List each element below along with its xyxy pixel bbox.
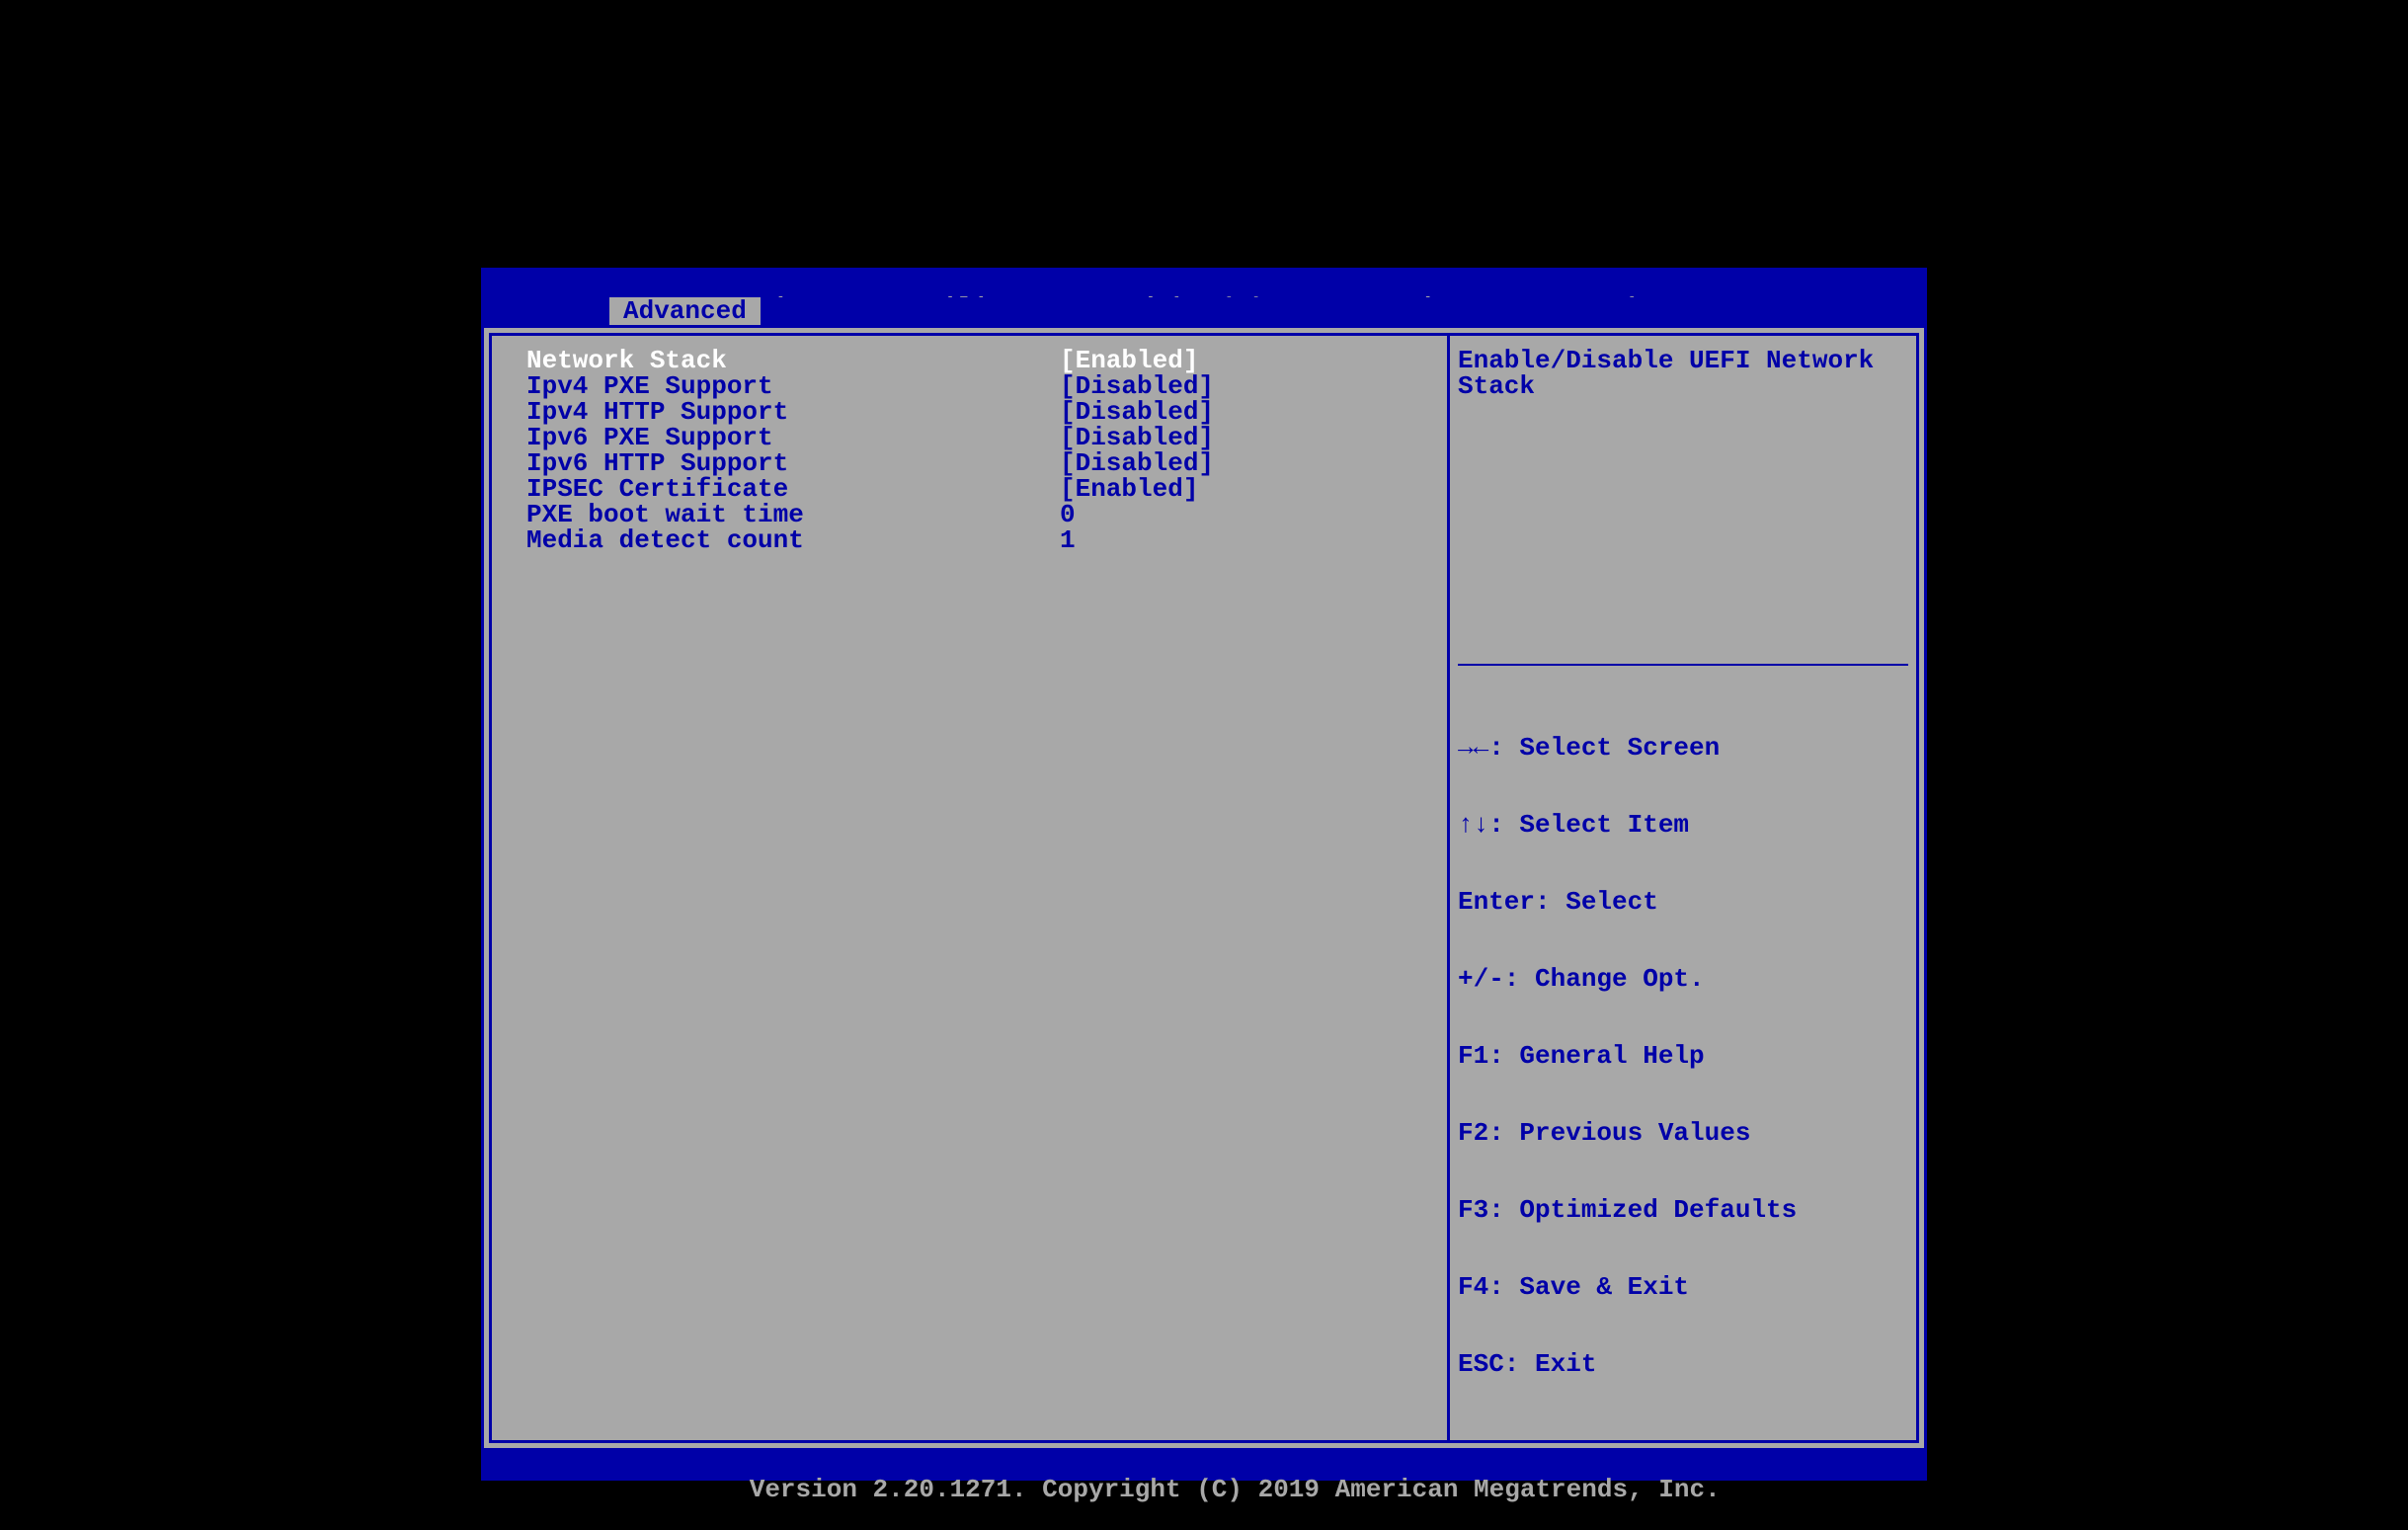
- option-label: Ipv4 PXE Support: [526, 373, 1060, 399]
- tab-advanced[interactable]: Advanced: [609, 297, 761, 325]
- option-value: [Disabled]: [1060, 373, 1214, 399]
- option-ipsec-cert[interactable]: IPSEC Certificate [Enabled]: [526, 476, 1412, 502]
- key-f4: F4: Save & Exit: [1458, 1274, 1908, 1300]
- key-bindings: →←: Select Screen ↑↓: Select Item Enter:…: [1458, 684, 1908, 1428]
- option-pxe-boot-wait[interactable]: PXE boot wait time 0: [526, 502, 1412, 527]
- option-value: 1: [1060, 527, 1076, 553]
- option-value: [Enabled]: [1060, 348, 1198, 373]
- option-network-stack[interactable]: Network Stack [Enabled]: [526, 348, 1412, 373]
- option-ipv6-pxe[interactable]: Ipv6 PXE Support [Disabled]: [526, 425, 1412, 450]
- key-f2: F2: Previous Values: [1458, 1120, 1908, 1146]
- option-label: Ipv6 HTTP Support: [526, 450, 1060, 476]
- key-f1: F1: General Help: [1458, 1043, 1908, 1069]
- option-label: IPSEC Certificate: [526, 476, 1060, 502]
- option-media-detect[interactable]: Media detect count 1: [526, 527, 1412, 553]
- footer-bar: Version 2.20.1271. Copyright (C) 2019 Am…: [481, 1451, 1927, 1481]
- option-value: 0: [1060, 502, 1076, 527]
- tab-bar: Advanced: [481, 297, 1927, 325]
- option-value: [Disabled]: [1060, 425, 1214, 450]
- option-label: Ipv4 HTTP Support: [526, 399, 1060, 425]
- option-value: [Disabled]: [1060, 399, 1214, 425]
- option-ipv4-pxe[interactable]: Ipv4 PXE Support [Disabled]: [526, 373, 1412, 399]
- help-description: Enable/Disable UEFI Network Stack: [1458, 348, 1908, 664]
- bios-setup-window: Aptio Setup Utility – Copyright (C) 2019…: [481, 268, 1927, 1068]
- option-label: Media detect count: [526, 527, 1060, 553]
- key-select-screen: →←: Select Screen: [1458, 735, 1908, 761]
- option-value: [Enabled]: [1060, 476, 1198, 502]
- key-change-opt: +/-: Change Opt.: [1458, 966, 1908, 992]
- main-content-area: Network Stack [Enabled] Ipv4 PXE Support…: [481, 325, 1927, 1451]
- option-label: Ipv6 PXE Support: [526, 425, 1060, 450]
- option-label: PXE boot wait time: [526, 502, 1060, 527]
- option-label: Network Stack: [526, 348, 1060, 373]
- key-esc: ESC: Exit: [1458, 1351, 1908, 1377]
- options-panel: Network Stack [Enabled] Ipv4 PXE Support…: [492, 336, 1447, 1440]
- content-wrapper: Network Stack [Enabled] Ipv4 PXE Support…: [489, 333, 1919, 1443]
- key-select-item: ↑↓: Select Item: [1458, 812, 1908, 838]
- footer-version: Version 2.20.1271. Copyright (C) 2019 Am…: [750, 1475, 1721, 1504]
- key-enter: Enter: Select: [1458, 889, 1908, 915]
- header-title-bar: Aptio Setup Utility – Copyright (C) 2019…: [481, 268, 1927, 297]
- option-ipv6-http[interactable]: Ipv6 HTTP Support [Disabled]: [526, 450, 1412, 476]
- option-value: [Disabled]: [1060, 450, 1214, 476]
- option-ipv4-http[interactable]: Ipv4 HTTP Support [Disabled]: [526, 399, 1412, 425]
- tab-advanced-label: Advanced: [623, 296, 747, 326]
- help-divider: [1458, 664, 1908, 666]
- key-f3: F3: Optimized Defaults: [1458, 1197, 1908, 1223]
- help-panel: Enable/Disable UEFI Network Stack →←: Se…: [1447, 336, 1916, 1440]
